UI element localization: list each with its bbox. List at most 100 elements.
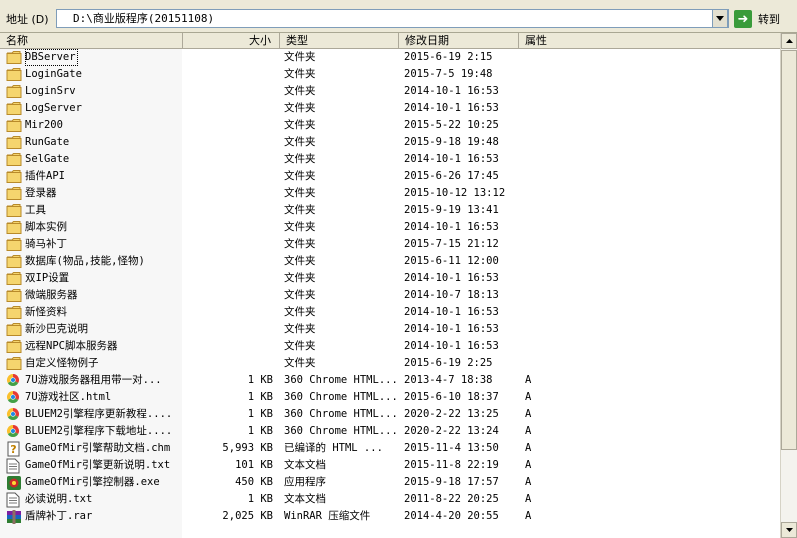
column-header: 名称 大小 类型 修改日期 属性 <box>0 33 780 49</box>
file-rows: DBServer 文件夹 2015-6-19 2:15 LoginGate 文件夹 201… <box>0 49 780 538</box>
file-type: 文件夹 <box>284 136 316 148</box>
file-date: 2020-2-22 13:24 <box>404 425 499 437</box>
winrar-archive-icon <box>6 509 22 524</box>
file-date: 2014-10-1 16:53 <box>404 323 499 335</box>
scroll-thumb[interactable] <box>781 50 797 450</box>
file-type: 文件夹 <box>284 153 316 165</box>
file-name: 新怪资料 <box>25 306 67 318</box>
vertical-scrollbar[interactable] <box>780 33 797 538</box>
file-row[interactable]: 7U游戏社区.html 1 KB 360 Chrome HTML... 2015-6-… <box>0 389 780 406</box>
file-row[interactable]: LoginSrv 文件夹 2014-10-1 16:53 <box>0 83 780 100</box>
file-name: LogServer <box>25 102 82 114</box>
file-row[interactable]: 盾牌补丁.rar 2,025 KB WinRAR 压缩文件 2014-4-20 20:… <box>0 508 780 525</box>
column-header-name[interactable]: 名称 <box>0 33 183 48</box>
file-row[interactable]: 远程NPC脚本服务器 文件夹 2014-10-1 16:53 <box>0 338 780 355</box>
file-size: 450 KB <box>235 476 273 488</box>
address-bar: 地址 (D) D:\商业版程序(20151108) ➜ 转到 <box>0 6 797 33</box>
file-row[interactable]: BLUEM2引擎程序更新教程.... 1 KB 360 Chrome HTML...… <box>0 406 780 423</box>
file-date: 2015-9-19 13:41 <box>404 204 499 216</box>
file-row[interactable]: Mir200 文件夹 2015-5-22 10:25 <box>0 117 780 134</box>
file-row[interactable]: GameOfMir引擎控制器.exe 450 KB 应用程序 2015-9-18 17… <box>0 474 780 491</box>
file-name: 工具 <box>25 204 46 216</box>
file-row[interactable]: BLUEM2引擎程序下载地址.... 1 KB 360 Chrome HTML...… <box>0 423 780 440</box>
folder-icon <box>6 50 22 65</box>
file-type: 应用程序 <box>284 476 326 488</box>
file-name: 新沙巴克说明 <box>25 323 88 335</box>
text-document-icon <box>6 492 22 508</box>
column-header-size[interactable]: 大小 <box>183 33 280 48</box>
column-header-attr[interactable]: 属性 <box>519 33 780 48</box>
file-date: 2014-10-1 16:53 <box>404 272 499 284</box>
file-type: 文件夹 <box>284 221 316 233</box>
file-date: 2014-10-7 18:13 <box>404 289 499 301</box>
file-type: 文件夹 <box>284 357 316 369</box>
file-type: 文件夹 <box>284 289 316 301</box>
file-type: 360 Chrome HTML... <box>284 374 398 386</box>
file-name: GameOfMir引擎帮助文档.chm <box>25 442 171 454</box>
file-row[interactable]: 7U游戏服务器租用带一对... 1 KB 360 Chrome HTML... 201… <box>0 372 780 389</box>
file-type: 文件夹 <box>284 170 316 182</box>
folder-icon <box>6 322 22 337</box>
chrome-html-icon <box>6 407 22 422</box>
file-row[interactable]: 脚本实例 文件夹 2014-10-1 16:53 <box>0 219 780 236</box>
address-input[interactable]: D:\商业版程序(20151108) <box>56 9 729 28</box>
file-type: 文件夹 <box>284 51 316 63</box>
file-row[interactable]: GameOfMir引擎更新说明.txt 101 KB 文本文档 2015-11-8 2… <box>0 457 780 474</box>
file-date: 2015-11-4 13:50 <box>404 442 499 454</box>
scroll-up-button[interactable] <box>781 33 797 49</box>
file-name: BLUEM2引擎程序更新教程.... <box>25 408 173 420</box>
folder-icon <box>6 356 22 371</box>
file-type: 文件夹 <box>284 272 316 284</box>
file-date: 2015-6-10 18:37 <box>404 391 499 403</box>
file-row[interactable]: 自定义怪物例子 文件夹 2015-6-19 2:25 <box>0 355 780 372</box>
folder-icon <box>6 67 22 82</box>
file-row[interactable]: 插件API 文件夹 2015-6-26 17:45 <box>0 168 780 185</box>
file-row[interactable]: DBServer 文件夹 2015-6-19 2:15 <box>0 49 780 66</box>
file-name: 双IP设置 <box>25 272 70 284</box>
file-date: 2015-5-22 10:25 <box>404 119 499 131</box>
file-row[interactable]: SelGate 文件夹 2014-10-1 16:53 <box>0 151 780 168</box>
file-attr: A <box>525 459 532 471</box>
file-name: 脚本实例 <box>25 221 67 233</box>
go-arrow-icon: ➜ <box>734 10 752 28</box>
file-date: 2015-7-15 21:12 <box>404 238 499 250</box>
file-row[interactable]: 登录器 文件夹 2015-10-12 13:12 <box>0 185 780 202</box>
file-date: 2014-10-1 16:53 <box>404 306 499 318</box>
column-header-type[interactable]: 类型 <box>280 33 399 48</box>
file-attr: A <box>525 442 532 454</box>
file-row[interactable]: 微端服务器 文件夹 2014-10-7 18:13 <box>0 287 780 304</box>
file-row[interactable]: 必读说明.txt 1 KB 文本文档 2011-8-22 20:25 A <box>0 491 780 508</box>
file-date: 2015-9-18 19:48 <box>404 136 499 148</box>
file-type: 文件夹 <box>284 204 316 216</box>
file-type: 文件夹 <box>284 306 316 318</box>
folder-icon <box>6 84 22 99</box>
file-name: 必读说明.txt <box>25 493 93 505</box>
file-name: 插件API <box>25 170 65 182</box>
address-dropdown-button[interactable] <box>712 9 728 28</box>
file-name: 7U游戏社区.html <box>25 391 112 403</box>
file-attr: A <box>525 408 532 420</box>
file-row[interactable]: LogServer 文件夹 2014-10-1 16:53 <box>0 100 780 117</box>
file-attr: A <box>525 476 532 488</box>
column-header-date[interactable]: 修改日期 <box>399 33 519 48</box>
scroll-down-button[interactable] <box>781 522 797 538</box>
file-row[interactable]: 双IP设置 文件夹 2014-10-1 16:53 <box>0 270 780 287</box>
folder-icon <box>6 186 22 201</box>
file-type: 文件夹 <box>284 238 316 250</box>
file-row[interactable]: 骑马补丁 文件夹 2015-7-15 21:12 <box>0 236 780 253</box>
file-date: 2015-9-18 17:57 <box>404 476 499 488</box>
file-row[interactable]: 新怪资料 文件夹 2014-10-1 16:53 <box>0 304 780 321</box>
file-row[interactable]: 数据库(物品,技能,怪物) 文件夹 2015-6-11 12:00 <box>0 253 780 270</box>
file-row[interactable]: RunGate 文件夹 2015-9-18 19:48 <box>0 134 780 151</box>
file-row[interactable]: ? GameOfMir引擎帮助文档.chm 5,993 KB 已编译的 HTML ..… <box>0 440 780 457</box>
file-date: 2015-11-8 22:19 <box>404 459 499 471</box>
file-row[interactable]: 工具 文件夹 2015-9-19 13:41 <box>0 202 780 219</box>
file-name: 7U游戏服务器租用带一对... <box>25 374 162 386</box>
file-size: 2,025 KB <box>222 510 273 522</box>
file-row[interactable]: 新沙巴克说明 文件夹 2014-10-1 16:53 <box>0 321 780 338</box>
folder-icon <box>6 237 22 252</box>
file-name: 自定义怪物例子 <box>25 357 99 369</box>
file-row[interactable]: LoginGate 文件夹 2015-7-5 19:48 <box>0 66 780 83</box>
go-button[interactable]: ➜ 转到 <box>734 9 794 29</box>
file-name: 登录器 <box>25 187 57 199</box>
